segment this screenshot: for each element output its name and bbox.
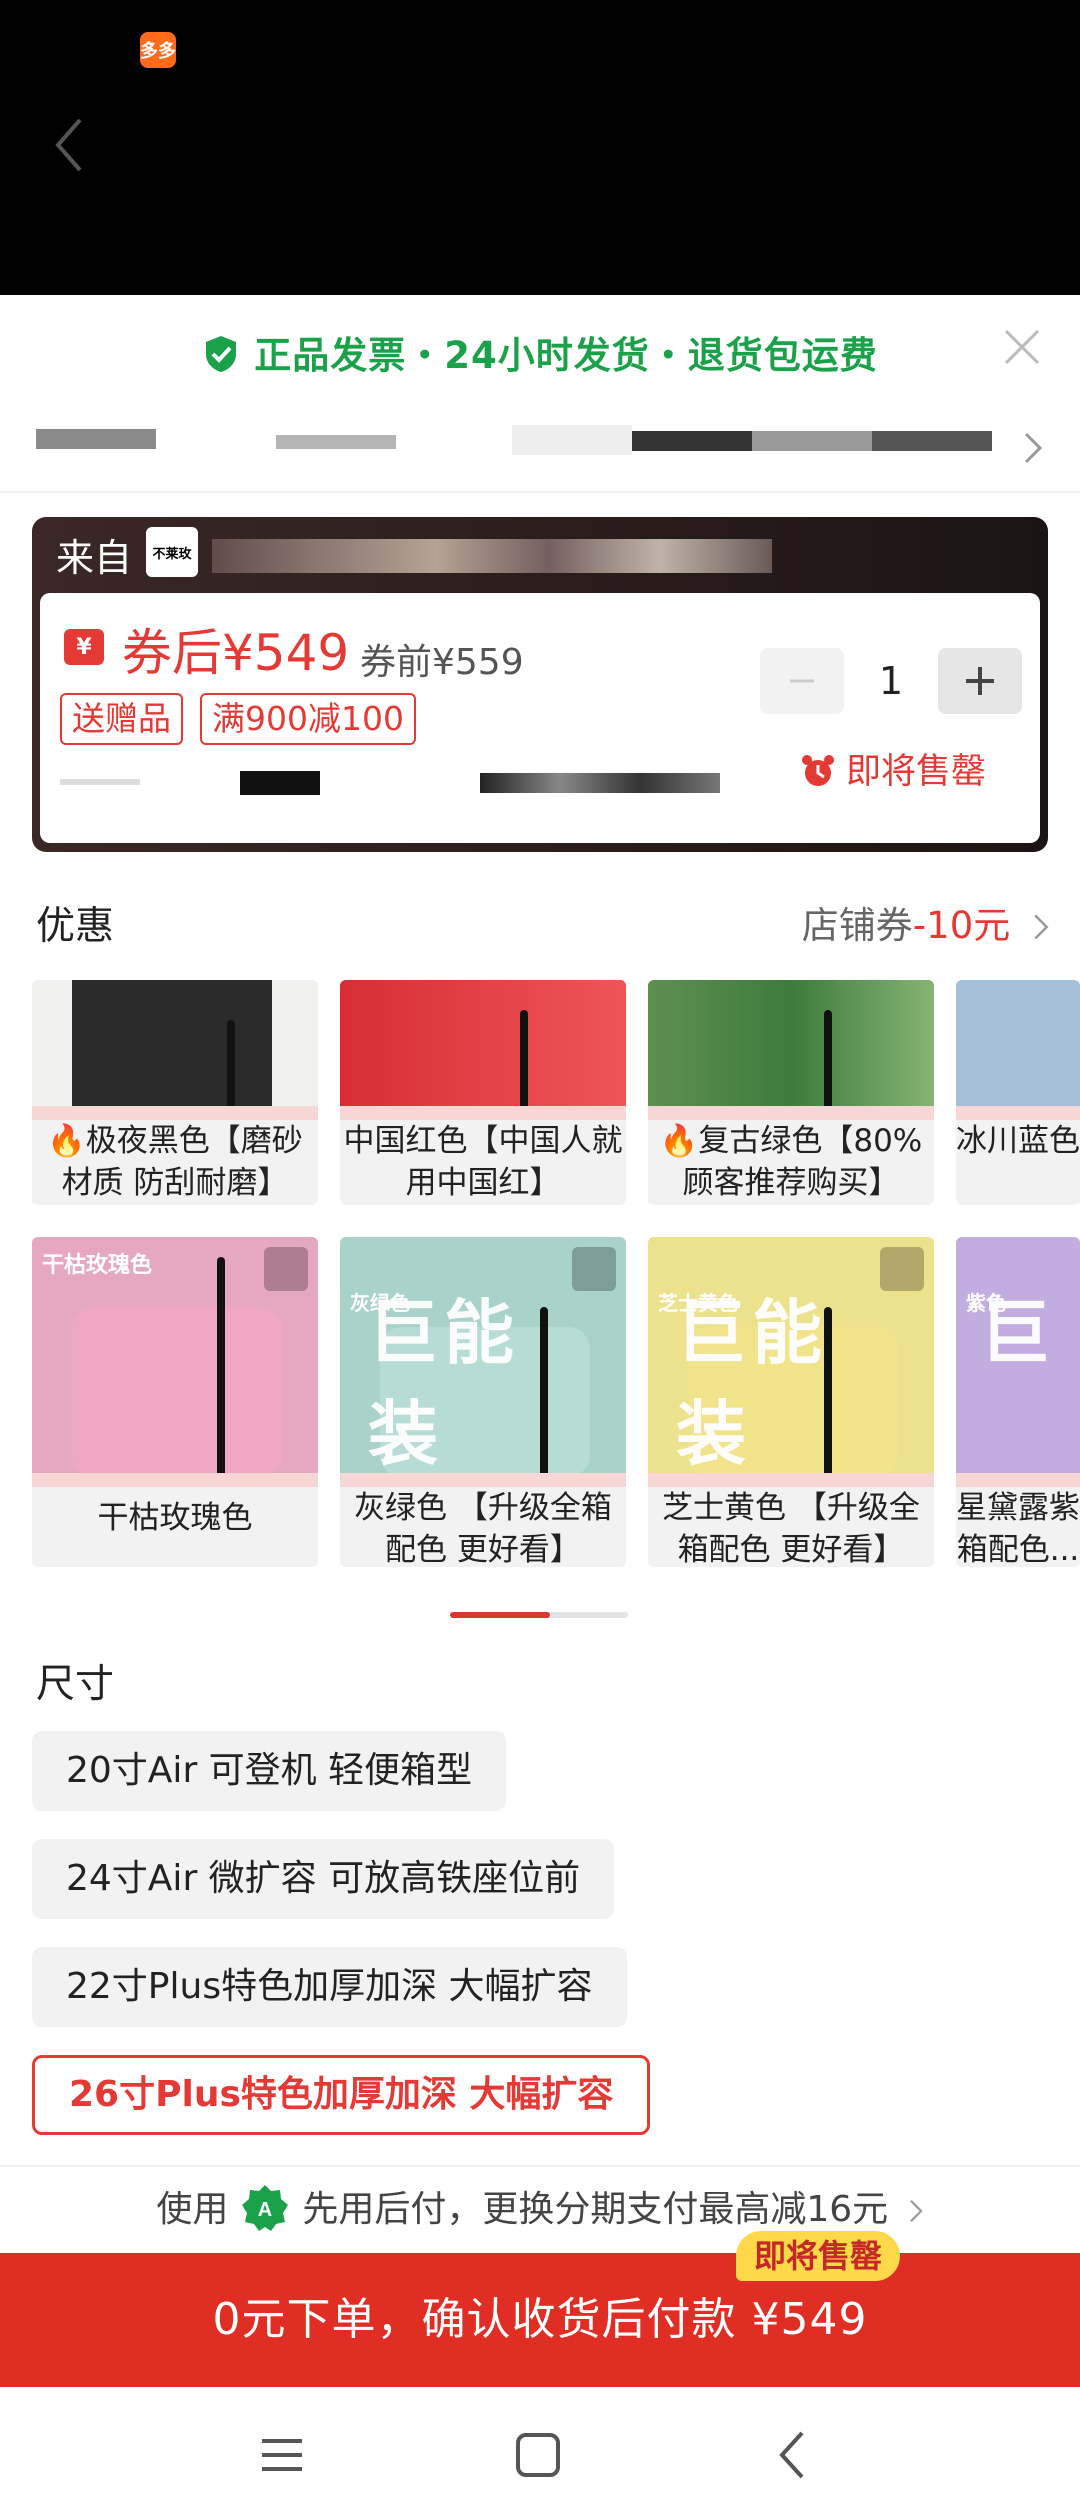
store-card: 来自 不莱玫 ¥ 券后¥549 券前¥559 送赠品 满900减100 1 即将… (32, 517, 1048, 852)
size-option-selected[interactable]: 26寸Plus特色加厚加深 大幅扩容 (32, 2055, 651, 2135)
color-label: 星黛露紫 箱配色... (956, 1490, 1080, 1567)
size-option[interactable]: 24寸Air 微扩容 可放高铁座位前 (32, 1839, 615, 1919)
coupon-icon: ¥ (64, 629, 104, 665)
color-scroll-thumb (450, 1612, 550, 1618)
color-option[interactable]: 🔥复古绿色【80%顾客推荐购买】 (648, 980, 934, 1205)
blurred-info-row (36, 423, 1016, 459)
color-label: 🔥极夜黑色【磨砂材质 防刮耐磨】 (47, 1123, 303, 1201)
chevron-right-icon (909, 2200, 923, 2222)
color-option[interactable]: 干枯玫瑰色 干枯玫瑰色 (32, 1237, 318, 1567)
menu-icon[interactable] (252, 2427, 312, 2483)
color-option[interactable]: 冰川蓝色【静 气... (956, 980, 1080, 1205)
size-option[interactable]: 20寸Air 可登机 轻便箱型 (32, 1731, 507, 1811)
color-label: 冰川蓝色【静 气... (956, 1123, 1080, 1159)
alarm-clock-icon (802, 755, 834, 786)
color-label: 灰绿色 【升级全箱配色 更好看】 (354, 1490, 612, 1567)
shield-check-icon (206, 336, 237, 372)
sku-sheet: 正品发票・24小时发货・退货包运费 来自 不莱玫 ¥ 券后¥549 券前¥559… (0, 295, 1080, 2520)
color-label: 芝士黄色 【升级全箱配色 更好看】 (662, 1490, 920, 1567)
color-thumbnail: 巨能 装 灰绿色 (340, 1237, 626, 1487)
home-icon[interactable] (508, 2427, 568, 2483)
tag-discount: 满900减100 (200, 693, 416, 745)
quantity-value[interactable]: 1 (844, 648, 938, 714)
color-options-row-1: 🔥极夜黑色【磨砂材质 防刮耐磨】 中国红色【中国人就用中国红】 🔥复古绿色【80… (32, 980, 1080, 1205)
quantity-plus-button[interactable] (938, 648, 1022, 714)
blurred-store-name (212, 539, 772, 573)
color-thumbnail (340, 980, 626, 1120)
color-options-row-2: 干枯玫瑰色 干枯玫瑰色 巨能 装 灰绿色 灰绿色 【升级全箱配色 更好看】 巨能… (32, 1237, 1080, 1567)
store-logo[interactable]: 不莱玫 (146, 527, 198, 577)
color-thumbnail: 巨能 装 芝士黄色 (648, 1237, 934, 1487)
pay-later-text: 先用后付，更换分期支付最高减16元 (302, 2189, 889, 2230)
price-before-coupon: 券前¥559 (360, 642, 524, 683)
color-label: 🔥复古绿色【80%顾客推荐购买】 (659, 1123, 923, 1201)
color-label: 干枯玫瑰色 (97, 1500, 253, 1536)
color-thumbnail: 干枯玫瑰色 (32, 1237, 318, 1487)
coupon-value: -10元 (912, 904, 1011, 947)
color-option[interactable]: 巨能 装 芝士黄色 芝士黄色 【升级全箱配色 更好看】 (648, 1237, 934, 1567)
from-label: 来自 (56, 536, 133, 580)
color-label: 中国红色【中国人就用中国红】 (343, 1123, 623, 1201)
buy-button[interactable]: 0元下单，确认收货后付款 ¥549 (0, 2253, 1080, 2387)
color-badge: 紫色 (966, 1291, 1006, 1315)
system-nav-bar (0, 2387, 1080, 2520)
close-icon[interactable] (1000, 325, 1044, 369)
expand-icon[interactable] (264, 1247, 308, 1291)
color-thumbnail (648, 980, 934, 1120)
store-coupon-link[interactable]: 店铺券-10元 (802, 895, 1050, 949)
divider (0, 491, 1080, 493)
size-label: 尺寸 (36, 1662, 115, 1707)
color-thumbnail: 巨 紫色 (956, 1237, 1080, 1487)
color-option[interactable]: 🔥极夜黑色【磨砂材质 防刮耐磨】 (32, 980, 318, 1205)
pay-later-badge-icon: A (242, 2185, 289, 2231)
back-arrow-icon[interactable] (50, 115, 90, 175)
promo-label: 优惠 (36, 904, 115, 949)
guarantee-text: 正品发票・24小时发货・退货包运费 (254, 334, 878, 377)
sell-soon-status: 即将售罄 (800, 743, 986, 794)
color-badge: 芝士黄色 (658, 1291, 738, 1315)
sell-soon-text: 即将售罄 (846, 752, 987, 792)
expand-icon[interactable] (880, 1247, 924, 1291)
blurred-subline (60, 771, 720, 795)
svg-text:A: A (258, 2199, 272, 2221)
price-after-coupon: 券后¥549 (122, 624, 350, 682)
price-panel: ¥ 券后¥549 券前¥559 送赠品 满900减100 1 即将售罄 (40, 593, 1040, 843)
color-badge: 灰绿色 (350, 1291, 410, 1315)
video-header: 多多 (0, 0, 1080, 295)
tag-gift: 送赠品 (60, 693, 183, 745)
chevron-right-icon[interactable] (1022, 430, 1044, 466)
chevron-right-icon (1034, 914, 1049, 940)
color-thumbnail (956, 980, 1080, 1120)
sell-soon-pill: 即将售罄 (736, 2231, 901, 2281)
color-option[interactable]: 中国红色【中国人就用中国红】 (340, 980, 626, 1205)
guarantee-banner: 正品发票・24小时发货・退货包运费 (0, 325, 1080, 379)
color-thumbnail (32, 980, 318, 1120)
quantity-minus-button[interactable] (760, 648, 844, 714)
color-option[interactable]: 巨 紫色 星黛露紫 箱配色... (956, 1237, 1080, 1567)
color-badge: 干枯玫瑰色 (42, 1253, 153, 1278)
pay-later-banner[interactable]: 使用 A 先用后付，更换分期支付最高减16元 (0, 2165, 1080, 2253)
color-option[interactable]: 巨能 装 灰绿色 灰绿色 【升级全箱配色 更好看】 (340, 1237, 626, 1567)
app-badge: 多多 (140, 32, 176, 68)
size-option[interactable]: 22寸Plus特色加厚加深 大幅扩容 (32, 1947, 627, 2027)
pay-use-label: 使用 (156, 2189, 229, 2230)
expand-icon[interactable] (572, 1247, 616, 1291)
back-icon[interactable] (764, 2427, 824, 2483)
coupon-prefix: 店铺券 (801, 904, 913, 947)
